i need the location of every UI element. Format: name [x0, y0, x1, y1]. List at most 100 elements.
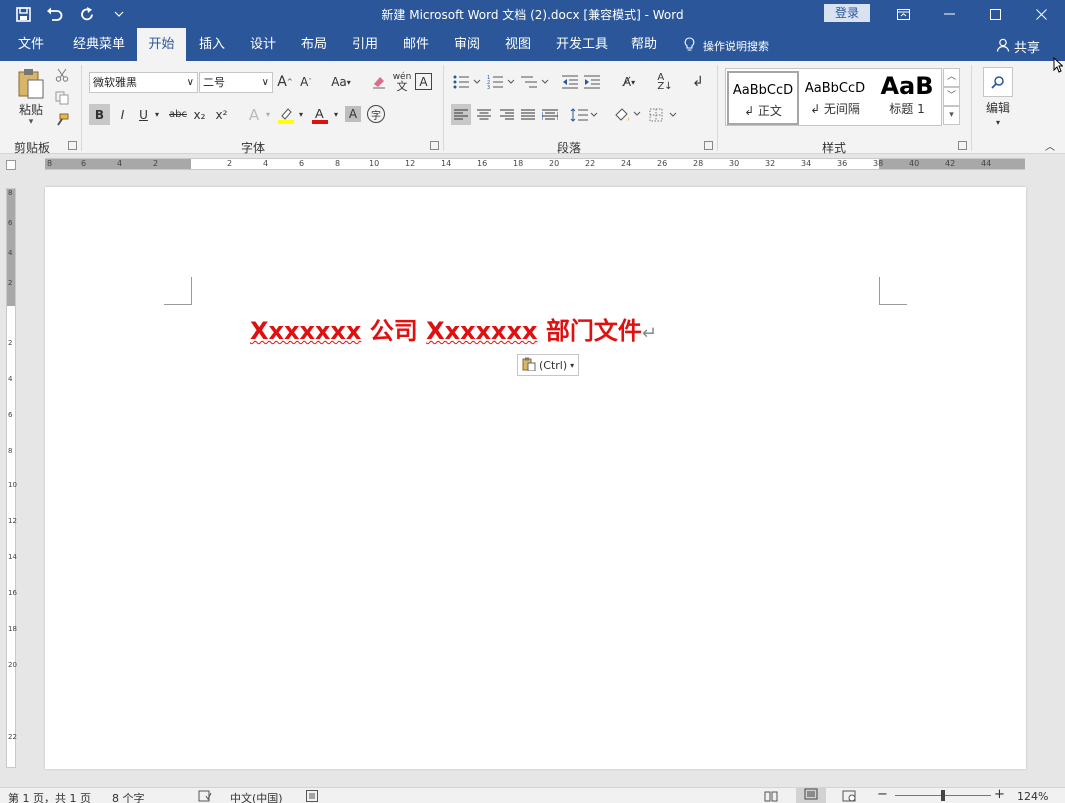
tab-view[interactable]: 视图 — [497, 28, 539, 61]
subscript-button[interactable]: x₂ — [191, 104, 208, 125]
more-styles-icon[interactable]: ▾ — [943, 106, 960, 125]
increase-indent-icon[interactable] — [583, 73, 601, 91]
underline-button[interactable]: U — [135, 104, 152, 125]
enclose-characters-icon[interactable]: 字 — [367, 105, 385, 123]
close-icon[interactable] — [1018, 0, 1064, 28]
font-launcher-icon[interactable] — [430, 141, 439, 150]
paste-icon[interactable] — [14, 67, 48, 101]
shrink-font-icon[interactable]: Aˇ — [298, 73, 314, 91]
tell-me-search[interactable]: 操作说明搜索 — [684, 37, 769, 55]
web-layout-icon[interactable] — [842, 790, 856, 803]
tab-file[interactable]: 文件 — [10, 28, 52, 61]
zoom-level[interactable]: 124% — [1017, 790, 1048, 803]
underline-dropdown-icon[interactable]: ▾ — [152, 104, 162, 125]
change-case-button[interactable]: Aa ▾ — [326, 73, 356, 91]
tab-selector-icon[interactable] — [6, 160, 16, 170]
font-name-combo[interactable]: 微软雅黑 ∨ — [89, 72, 198, 93]
borders-icon[interactable] — [648, 104, 678, 125]
login-button[interactable]: 登录 — [824, 4, 870, 22]
ruler-label: 34 — [801, 159, 812, 168]
zoom-in-icon[interactable]: + — [994, 787, 1005, 802]
tab-home[interactable]: 开始 — [137, 28, 186, 61]
text-effects-icon[interactable]: A — [245, 104, 263, 125]
distributed-icon[interactable] — [540, 104, 560, 125]
horizontal-ruler[interactable]: 8 6 4 2 2 4 6 8 10 12 14 16 18 20 22 24 … — [45, 158, 1025, 170]
paste-button-label[interactable]: 粘贴 — [14, 101, 48, 117]
tab-developer[interactable]: 开发工具 — [548, 28, 616, 61]
zoom-slider-thumb[interactable] — [941, 790, 945, 801]
font-color-dropdown-icon[interactable]: ▾ — [331, 104, 341, 125]
chevron-down-icon[interactable]: ﹀ — [943, 87, 960, 106]
shading-icon[interactable] — [612, 104, 642, 125]
macro-record-icon[interactable] — [306, 790, 318, 803]
page-count[interactable]: 第 1 页，共 1 页 — [8, 790, 91, 803]
text-effects-dropdown-icon[interactable]: ▾ — [263, 104, 273, 125]
editing-dropdown-icon[interactable]: ▾ — [993, 117, 1003, 127]
styles-launcher-icon[interactable] — [958, 141, 967, 150]
tab-classic-menu[interactable]: 经典菜单 — [65, 28, 133, 61]
group-separator — [971, 65, 972, 151]
chevron-up-icon[interactable]: ︿ — [943, 68, 960, 87]
phonetic-guide-button[interactable]: wén 文 — [392, 71, 412, 93]
tab-layout[interactable]: 布局 — [293, 28, 335, 61]
proofing-icon[interactable] — [198, 790, 212, 803]
collapse-ribbon-icon[interactable]: ︿ — [1043, 139, 1057, 153]
style-heading-1[interactable]: AaB 标题 1 — [871, 71, 943, 125]
clear-formatting-icon[interactable] — [370, 73, 388, 91]
tab-references[interactable]: 引用 — [344, 28, 386, 61]
highlight-dropdown-icon[interactable]: ▾ — [296, 104, 306, 125]
minimize-icon[interactable] — [926, 0, 972, 28]
ribbon-tabs: 文件 经典菜单 开始 插入 设计 布局 引用 邮件 审阅 视图 开发工具 帮助 … — [0, 28, 1065, 61]
superscript-button[interactable]: x² — [213, 104, 230, 125]
grow-font-icon[interactable]: A ^ — [277, 73, 293, 91]
align-right-icon[interactable] — [497, 104, 517, 125]
style-no-spacing[interactable]: AaBbCcD ↲ 无间隔 — [799, 71, 871, 125]
editing-button-label[interactable]: 编辑 — [979, 99, 1017, 115]
align-center-icon[interactable] — [474, 104, 494, 125]
maximize-icon[interactable] — [972, 0, 1018, 28]
copy-icon[interactable] — [54, 90, 70, 106]
ribbon-display-options-icon[interactable] — [880, 0, 926, 28]
document-heading[interactable]: Xxxxxxx 公司 Xxxxxxx 部门文件↵ — [250, 311, 657, 346]
language-status[interactable]: 中文(中国) — [230, 790, 283, 803]
justify-icon[interactable] — [518, 104, 538, 125]
search-icon[interactable] — [983, 67, 1013, 97]
numbering-icon[interactable]: 123 — [486, 73, 516, 91]
character-shading-icon[interactable]: A — [345, 106, 361, 122]
line-spacing-icon[interactable] — [569, 104, 599, 125]
share-button[interactable]: 共享 — [996, 37, 1040, 56]
highlight-icon[interactable] — [276, 104, 296, 125]
strikethrough-button[interactable]: abc — [166, 104, 190, 125]
document-page[interactable]: Xxxxxxx 公司 Xxxxxxx 部门文件↵ (Ctrl) ▾ — [45, 187, 1026, 769]
align-left-icon[interactable] — [451, 104, 471, 125]
word-count[interactable]: 8 个字 — [112, 790, 145, 803]
tab-design[interactable]: 设计 — [242, 28, 284, 61]
bullets-icon[interactable] — [452, 73, 482, 91]
print-layout-icon[interactable] — [796, 788, 826, 803]
chinese-layout-icon[interactable]: A̸ ▾ — [615, 73, 643, 91]
show-hide-marks-icon[interactable]: ↲ — [690, 73, 706, 91]
paste-options-button[interactable]: (Ctrl) ▾ — [517, 354, 579, 376]
clipboard-launcher-icon[interactable] — [68, 141, 77, 150]
paragraph-launcher-icon[interactable] — [704, 141, 713, 150]
tab-mailings[interactable]: 邮件 — [395, 28, 437, 61]
read-mode-icon[interactable] — [764, 790, 778, 803]
font-color-icon[interactable]: A — [310, 104, 330, 125]
zoom-out-icon[interactable]: − — [877, 787, 888, 802]
style-normal[interactable]: AaBbCcD ↲ 正文 — [727, 71, 799, 125]
sort-icon[interactable]: A Z↓ — [656, 73, 674, 92]
font-size-combo[interactable]: 二号 ∨ — [199, 72, 273, 93]
cut-icon[interactable] — [54, 67, 70, 83]
decrease-indent-icon[interactable] — [561, 73, 579, 91]
format-painter-icon[interactable] — [54, 112, 70, 128]
tab-help[interactable]: 帮助 — [623, 28, 665, 61]
tab-review[interactable]: 审阅 — [446, 28, 488, 61]
multilevel-list-icon[interactable] — [520, 73, 550, 91]
tab-insert[interactable]: 插入 — [191, 28, 233, 61]
bold-button[interactable]: B — [89, 104, 110, 125]
character-border-icon[interactable]: A — [415, 73, 432, 90]
paste-dropdown-icon[interactable]: ▾ — [24, 117, 38, 127]
crop-mark — [879, 277, 907, 305]
vertical-ruler[interactable]: 8 6 4 2 2 4 6 8 10 12 14 16 18 20 22 — [6, 188, 17, 768]
italic-button[interactable]: I — [114, 104, 131, 125]
